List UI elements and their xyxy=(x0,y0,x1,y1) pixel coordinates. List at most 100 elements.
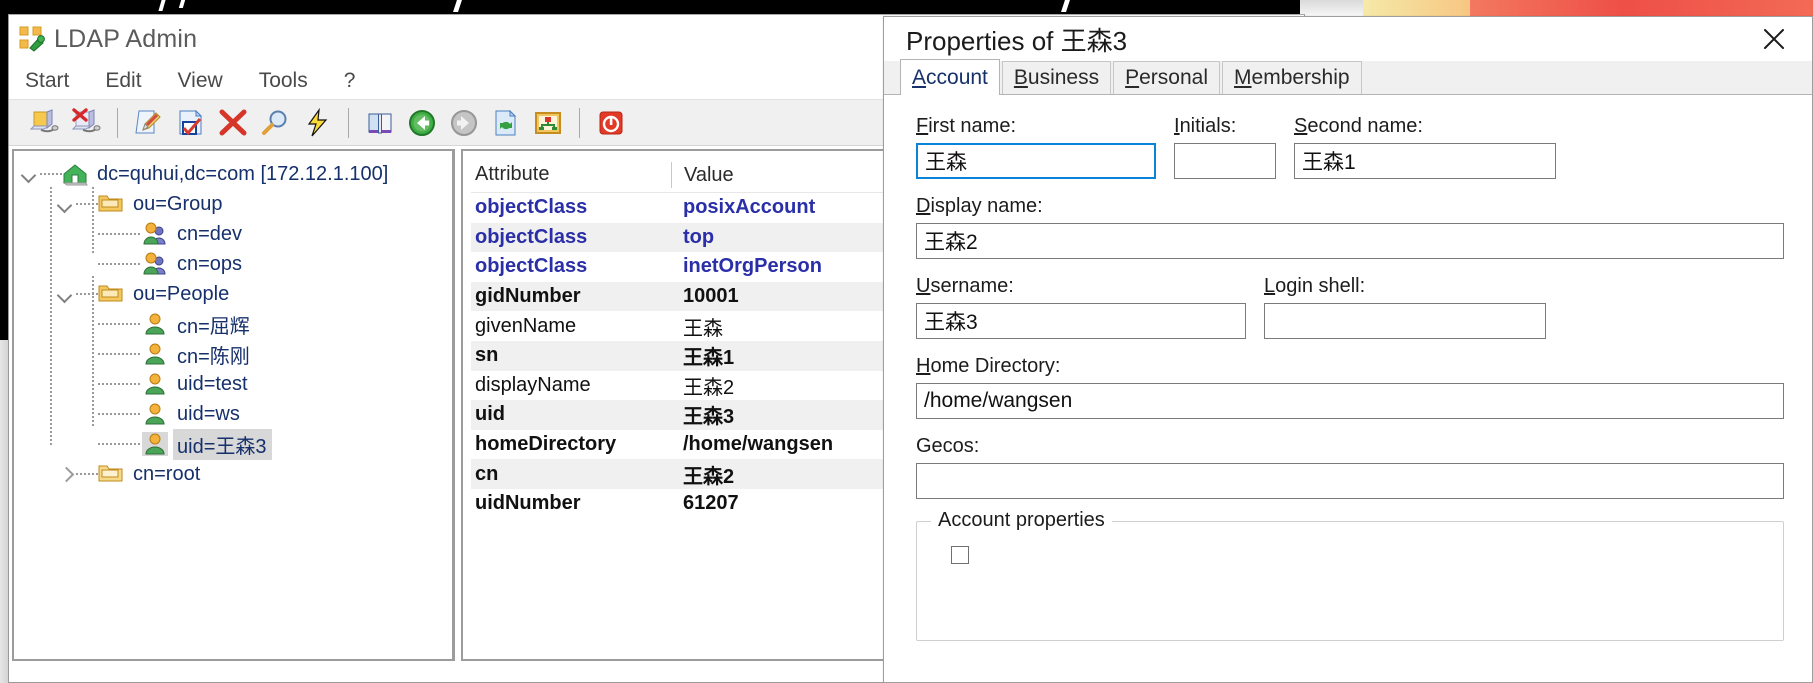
cell-attribute: sn xyxy=(475,344,499,367)
first-name-field[interactable]: 王森 xyxy=(916,143,1156,179)
cell-value: posixAccount xyxy=(683,196,816,219)
cell-attribute: uidNumber xyxy=(475,492,581,515)
tree-node-ou-people[interactable]: ou=People xyxy=(14,279,452,309)
tree-node-ou-group[interactable]: ou=Group xyxy=(14,189,452,219)
back-arrow-icon[interactable] xyxy=(401,103,443,143)
cell-value: 王森1 xyxy=(683,347,735,370)
column-header-value[interactable]: Value xyxy=(671,161,734,188)
tree-node-label: cn=ops xyxy=(177,252,243,275)
home-directory-label: Home Directory: xyxy=(916,355,1061,377)
tab-business[interactable]: Business xyxy=(1001,61,1112,94)
dialog-tabs: AAccountccount Business Personal Members… xyxy=(884,59,1812,95)
cell-value: /home/wangsen xyxy=(683,433,834,456)
chevron-right-icon[interactable] xyxy=(56,464,76,484)
cell-value: top xyxy=(683,225,715,248)
toolbar-separator-3 xyxy=(579,107,580,138)
search-icon[interactable] xyxy=(254,103,296,143)
cell-value: 王森3 xyxy=(683,406,735,429)
folder-icon xyxy=(98,462,124,486)
chevron-down-icon[interactable] xyxy=(20,164,40,184)
tree-node-uid-test[interactable]: uid=test xyxy=(14,369,452,399)
checkbox-icon[interactable] xyxy=(951,546,969,564)
tab-personal[interactable]: Personal xyxy=(1113,61,1221,94)
ldap-tree: dc=quhui,dc=com [172.12.1.100] ou=Group xyxy=(14,151,452,489)
cell-attribute: displayName xyxy=(475,373,591,396)
ldap-network-icon xyxy=(19,26,45,52)
desktop-left-rail xyxy=(0,14,8,340)
tree-node-label: uid=test xyxy=(177,372,248,395)
cell-attribute: cn xyxy=(475,462,499,485)
tree-node-cn-dev[interactable]: cn=dev xyxy=(14,219,452,249)
new-entry-icon[interactable] xyxy=(170,103,212,143)
cell-value: 王森 xyxy=(683,317,723,340)
menu-help[interactable]: ? xyxy=(340,67,372,95)
screen: LDAP Admin Start Edit View Tools ? dc=qu… xyxy=(0,0,1813,683)
menu-start[interactable]: Start xyxy=(21,67,85,95)
cell-value: inetOrgPerson xyxy=(683,255,822,278)
edit-entry-icon[interactable] xyxy=(128,103,170,143)
second-name-label: Second name: xyxy=(1294,115,1423,137)
forward-arrow-icon[interactable] xyxy=(443,103,485,143)
cell-attribute: gidNumber xyxy=(475,285,581,308)
close-icon[interactable] xyxy=(1752,22,1796,56)
tree-connector xyxy=(76,293,98,295)
login-shell-field[interactable] xyxy=(1264,303,1546,339)
account-properties-first-item[interactable] xyxy=(917,536,1783,564)
menu-view[interactable]: View xyxy=(174,67,239,95)
tree-node-uid-ws[interactable]: uid=ws xyxy=(14,399,452,429)
connect-icon[interactable] xyxy=(23,103,65,143)
tree-node-cn-ops[interactable]: cn=ops xyxy=(14,249,452,279)
column-header-attribute[interactable]: Attribute xyxy=(471,163,671,186)
tree-connector xyxy=(98,413,142,415)
power-off-icon[interactable] xyxy=(590,103,632,143)
tree-node-label: dc=quhui,dc=com [172.12.1.100] xyxy=(97,162,389,185)
second-name-field[interactable]: 王森1 xyxy=(1294,143,1556,179)
tree-node-label: cn=陈刚 xyxy=(177,345,250,368)
disconnect-icon[interactable] xyxy=(65,103,107,143)
tree-node-label: cn=root xyxy=(133,462,201,485)
ldap-tree-pane[interactable]: dc=quhui,dc=com [172.12.1.100] ou=Group xyxy=(12,149,455,661)
display-name-label: Display name: xyxy=(916,195,1043,217)
menu-tools[interactable]: Tools xyxy=(255,67,324,95)
tab-account[interactable]: AAccountccount xyxy=(900,59,1000,95)
cell-attribute: objectClass xyxy=(475,255,588,278)
tree-connector xyxy=(98,233,142,235)
login-shell-label: Login shell: xyxy=(1264,275,1366,297)
user-icon xyxy=(142,312,168,336)
tree-node-cn-root[interactable]: cn=root xyxy=(14,459,452,489)
tab-membership[interactable]: Membership xyxy=(1222,61,1362,94)
cell-attribute: objectClass xyxy=(475,196,588,219)
tree-node-uid-wangsen3[interactable]: uid=王森3 xyxy=(14,428,452,460)
gecos-field[interactable] xyxy=(916,463,1784,499)
schema-book-icon[interactable] xyxy=(359,103,401,143)
tree-node-label: uid=王森3 xyxy=(173,428,272,460)
account-properties-title: Account properties xyxy=(931,509,1112,532)
properties-dialog: Properties of 王森3 AAccountccount Busines… xyxy=(883,16,1813,683)
folder-icon xyxy=(98,192,124,216)
tree-connector xyxy=(98,383,142,385)
chevron-down-icon[interactable] xyxy=(56,194,76,214)
display-name-field[interactable]: 王森2 xyxy=(916,223,1784,259)
tree-connector xyxy=(76,473,98,475)
refresh-icon[interactable] xyxy=(485,103,527,143)
home-directory-field[interactable]: /home/wangsen xyxy=(916,383,1784,419)
app-title: LDAP Admin xyxy=(54,24,198,53)
user-icon xyxy=(142,342,168,366)
tree-node-cn-chengang[interactable]: cn=陈刚 xyxy=(14,339,452,369)
tree-node-label: uid=ws xyxy=(177,402,240,425)
tree-node-root[interactable]: dc=quhui,dc=com [172.12.1.100] xyxy=(14,159,452,189)
chevron-down-icon[interactable] xyxy=(56,284,76,304)
group-icon xyxy=(142,222,168,246)
initials-label: Initials: xyxy=(1174,115,1237,137)
tree-node-cn-quhui[interactable]: cn=屈辉 xyxy=(14,309,452,339)
server-home-icon xyxy=(62,162,88,186)
run-script-icon[interactable] xyxy=(296,103,338,143)
dialog-title: Properties of 王森3 xyxy=(906,25,1128,56)
tree-connector xyxy=(76,203,98,205)
account-properties-group: Account properties xyxy=(916,509,1784,641)
initials-field[interactable] xyxy=(1174,143,1276,179)
username-field[interactable]: 王森3 xyxy=(916,303,1246,339)
menu-edit[interactable]: Edit xyxy=(101,67,157,95)
tree-view-icon[interactable] xyxy=(527,103,569,143)
delete-entry-icon[interactable] xyxy=(212,103,254,143)
